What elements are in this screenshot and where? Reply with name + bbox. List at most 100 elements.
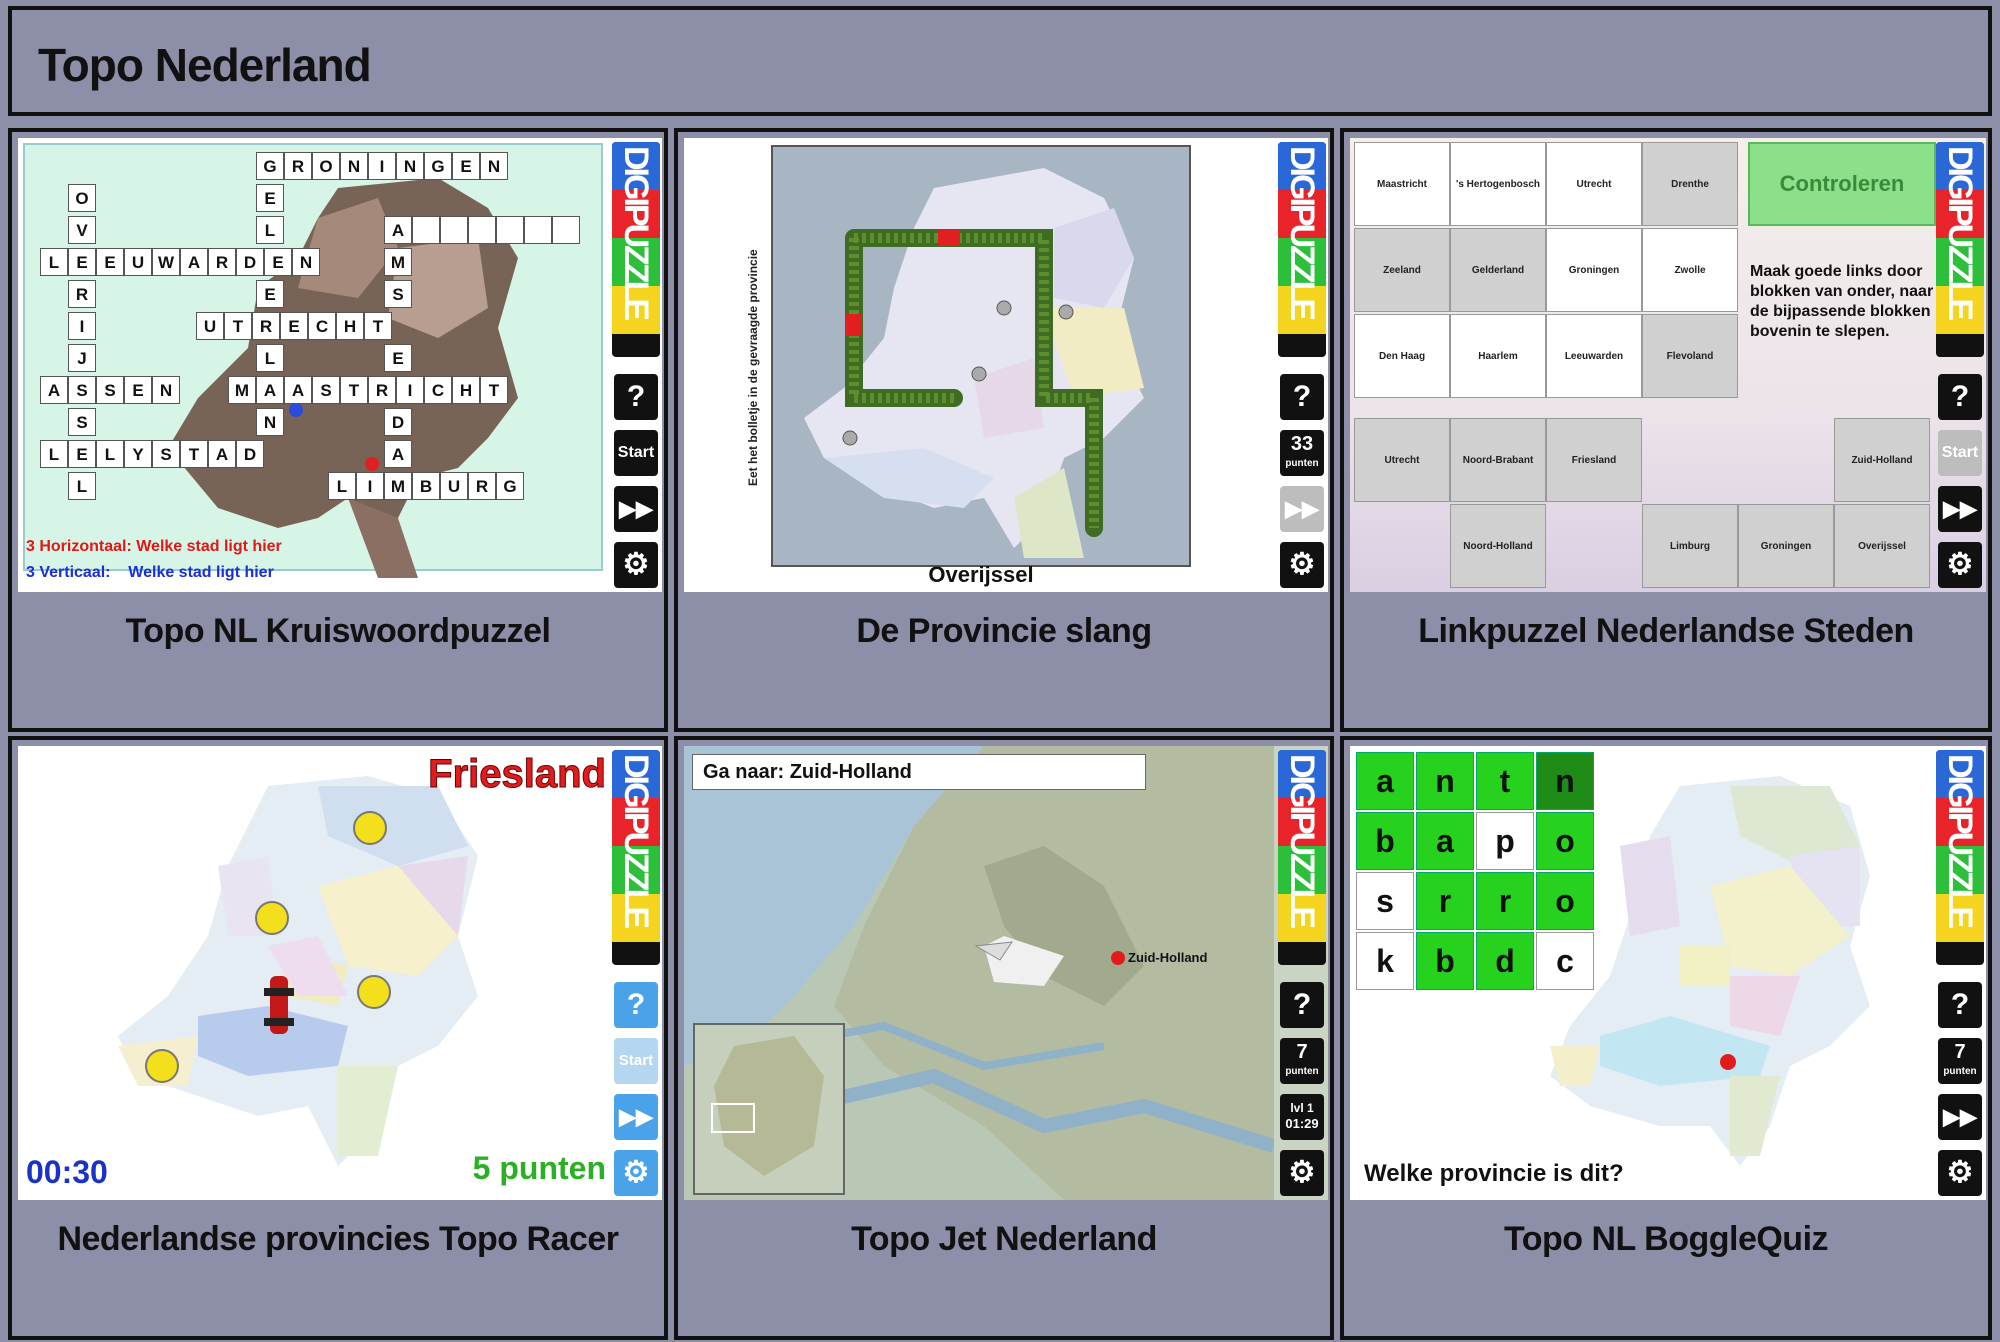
crossword-cell[interactable]: S	[68, 408, 96, 436]
link-block[interactable]: Flevoland	[1642, 314, 1738, 398]
game-title[interactable]: Linkpuzzel Nederlandse Steden	[1344, 612, 1988, 651]
crossword-cell[interactable]	[552, 216, 580, 244]
fast-forward-button[interactable]: ▶▶	[614, 1094, 658, 1140]
help-button[interactable]: ?	[614, 982, 658, 1028]
crossword-cell[interactable]: M	[228, 376, 256, 404]
start-button[interactable]: Start	[614, 1038, 658, 1084]
game-thumbnail[interactable]: G R O N I N G E N O V R I J S L E L E L …	[18, 138, 662, 592]
boggle-tile[interactable]: r	[1476, 872, 1534, 930]
game-card-topo-jet[interactable]: Ga naar: Zuid-Holland Zuid-Holland DIGIP…	[674, 736, 1334, 1340]
crossword-cell[interactable]: A	[208, 440, 236, 468]
crossword-cell[interactable]: A	[180, 248, 208, 276]
link-block[interactable]: Den Haag	[1354, 314, 1450, 398]
crossword-cell[interactable]: E	[68, 248, 96, 276]
game-thumbnail[interactable]: Maastricht 's Hertogenbosch Utrecht Dren…	[1350, 138, 1986, 592]
crossword-cell[interactable]: U	[440, 472, 468, 500]
boggle-tile[interactable]: k	[1356, 932, 1414, 990]
settings-gear-icon[interactable]: ⚙	[1938, 1150, 1982, 1196]
crossword-cell[interactable]: H	[336, 312, 364, 340]
boggle-grid[interactable]: a n t n b a p o s r r o k b d c	[1356, 752, 1600, 996]
crossword-cell[interactable]: H	[452, 376, 480, 404]
fast-forward-button[interactable]: ▶▶	[1280, 486, 1324, 532]
boggle-tile[interactable]: b	[1356, 812, 1414, 870]
crossword-cell[interactable]: R	[368, 376, 396, 404]
crossword-cell[interactable]: B	[412, 472, 440, 500]
crossword-cell[interactable]: S	[68, 376, 96, 404]
boggle-tile[interactable]: b	[1416, 932, 1474, 990]
crossword-cell[interactable]: E	[256, 280, 284, 308]
crossword-cell[interactable]: M	[384, 472, 412, 500]
crossword-cell[interactable]: Y	[124, 440, 152, 468]
link-block[interactable]: Zeeland	[1354, 228, 1450, 312]
crossword-cell[interactable]: E	[96, 248, 124, 276]
crossword-cell[interactable]: E	[280, 312, 308, 340]
crossword-cell[interactable]: G	[256, 152, 284, 180]
crossword-cell[interactable]: E	[264, 248, 292, 276]
game-thumbnail[interactable]: Friesland 00:30 5 punten DIGIPUZZLE ? St…	[18, 746, 662, 1200]
link-block[interactable]: Haarlem	[1450, 314, 1546, 398]
crossword-cell[interactable]: L	[40, 248, 68, 276]
crossword-cell[interactable]: N	[340, 152, 368, 180]
game-title[interactable]: Topo NL Kruiswoordpuzzel	[12, 612, 664, 651]
link-block[interactable]: Zuid-Holland	[1834, 418, 1930, 502]
crossword-cell[interactable]: C	[424, 376, 452, 404]
game-title[interactable]: Nederlandse provincies Topo Racer	[12, 1220, 664, 1259]
game-card-topo-racer[interactable]: Friesland 00:30 5 punten DIGIPUZZLE ? St…	[8, 736, 668, 1340]
crossword-cell[interactable]: S	[152, 440, 180, 468]
boggle-tile[interactable]: o	[1536, 872, 1594, 930]
game-card-kruiswoordpuzzel[interactable]: G R O N I N G E N O V R I J S L E L E L …	[8, 128, 668, 732]
crossword-cell[interactable]: A	[40, 376, 68, 404]
crossword-cell[interactable]: I	[396, 376, 424, 404]
crossword-cell[interactable]	[412, 216, 440, 244]
fast-forward-button[interactable]: ▶▶	[1938, 486, 1982, 532]
crossword-cell[interactable]	[524, 216, 552, 244]
crossword-cell[interactable]: I	[68, 312, 96, 340]
crossword-cell[interactable]: E	[68, 440, 96, 468]
crossword-cell[interactable]	[440, 216, 468, 244]
crossword-cell[interactable]: T	[224, 312, 252, 340]
help-button[interactable]: ?	[1280, 982, 1324, 1028]
crossword-cell[interactable]: E	[452, 152, 480, 180]
game-card-provincie-slang[interactable]: Eet het bolletje in de gevraagde provinc…	[674, 128, 1334, 732]
link-block[interactable]: Maastricht	[1354, 142, 1450, 226]
crossword-cell[interactable]: T	[480, 376, 508, 404]
link-block[interactable]: Gelderland	[1450, 228, 1546, 312]
crossword-cell[interactable]: U	[196, 312, 224, 340]
crossword-cell[interactable]: G	[496, 472, 524, 500]
link-block[interactable]: Utrecht	[1354, 418, 1450, 502]
link-block[interactable]: Leeuwarden	[1546, 314, 1642, 398]
crossword-cell[interactable]: L	[256, 216, 284, 244]
boggle-tile[interactable]: t	[1476, 752, 1534, 810]
boggle-tile[interactable]: a	[1356, 752, 1414, 810]
game-card-bogglequiz[interactable]: a n t n b a p o s r r o k b d c Welke pr…	[1340, 736, 1992, 1340]
crossword-cell[interactable]: U	[124, 248, 152, 276]
link-block[interactable]: 's Hertogenbosch	[1450, 142, 1546, 226]
link-block[interactable]: Limburg	[1642, 504, 1738, 588]
crossword-cell[interactable]: N	[256, 408, 284, 436]
crossword-cell[interactable]: L	[96, 440, 124, 468]
crossword-cell[interactable]: L	[68, 472, 96, 500]
crossword-cell[interactable]: T	[340, 376, 368, 404]
start-button[interactable]: Start	[614, 430, 658, 476]
crossword-cell[interactable]: R	[68, 280, 96, 308]
crossword-cell[interactable]: D	[236, 440, 264, 468]
help-button[interactable]: ?	[1938, 982, 1982, 1028]
crossword-cell[interactable]: A	[256, 376, 284, 404]
crossword-cell[interactable]: N	[152, 376, 180, 404]
boggle-tile[interactable]: n	[1416, 752, 1474, 810]
check-button[interactable]: Controleren	[1748, 142, 1936, 226]
crossword-cell[interactable]: S	[96, 376, 124, 404]
crossword-cell[interactable]	[468, 216, 496, 244]
crossword-cell[interactable]: L	[40, 440, 68, 468]
link-block[interactable]: Friesland	[1546, 418, 1642, 502]
crossword-cell[interactable]: A	[384, 216, 412, 244]
settings-gear-icon[interactable]: ⚙	[1938, 542, 1982, 588]
game-thumbnail[interactable]: Ga naar: Zuid-Holland Zuid-Holland DIGIP…	[684, 746, 1328, 1200]
crossword-cell[interactable]: A	[384, 440, 412, 468]
crossword-cell[interactable]: D	[236, 248, 264, 276]
settings-gear-icon[interactable]: ⚙	[1280, 1150, 1324, 1196]
boggle-tile[interactable]: d	[1476, 932, 1534, 990]
game-title[interactable]: Topo NL BoggleQuiz	[1344, 1220, 1988, 1259]
link-block[interactable]: Noord-Brabant	[1450, 418, 1546, 502]
boggle-tile[interactable]: s	[1356, 872, 1414, 930]
